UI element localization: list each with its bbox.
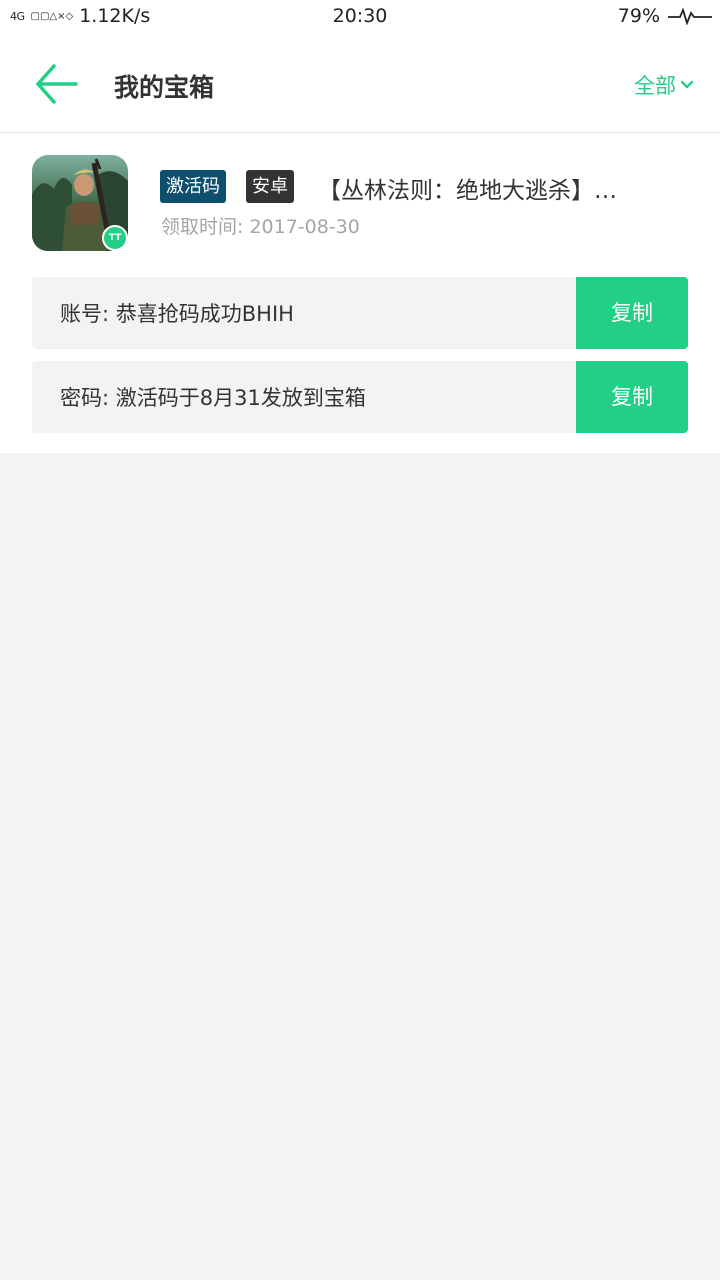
back-arrow-icon [36,64,78,104]
gift-card: TT 激活码 安卓 【丛林法则：绝地大逃杀】… 领取时间: 2017-08-30… [0,133,720,453]
heartbeat-icon [668,7,712,25]
tag-android: 安卓 [246,170,294,203]
gift-title[interactable]: 【丛林法则：绝地大逃杀】… [318,171,688,205]
filter-label: 全部 [634,74,676,98]
status-right: 79% [618,5,712,27]
back-button[interactable] [30,60,82,108]
password-text: 密码: 激活码于8月31发放到宝箱 [60,386,366,410]
copy-account-button[interactable]: 复制 [576,277,688,349]
tt-badge-icon: TT [102,225,128,251]
tag-activation-code: 激活码 [160,170,226,203]
app-header: 我的宝箱 全部 [0,34,720,133]
status-bar: 4G ▢▢△×◇ 1.12K/s 20:30 79% [0,0,720,34]
battery-level: 79% [617,5,660,27]
clock: 20:30 [332,5,388,27]
claim-time: 领取时间: 2017-08-30 [161,216,360,238]
filter-dropdown[interactable]: 全部 [634,70,694,100]
account-row: 账号: 恭喜抢码成功BHIH 复制 [32,277,688,349]
account-text: 账号: 恭喜抢码成功BHIH [60,302,294,326]
page-title: 我的宝箱 [114,73,215,102]
chevron-down-icon [680,80,694,89]
copy-password-button[interactable]: 复制 [576,361,688,433]
password-row: 密码: 激活码于8月31发放到宝箱 复制 [32,361,688,433]
